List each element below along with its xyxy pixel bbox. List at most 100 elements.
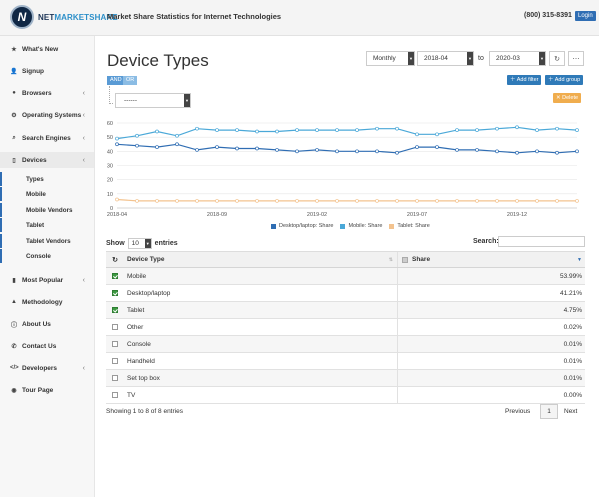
sort-desc-icon: ▼ <box>577 256 582 263</box>
legend-item[interactable]: Desktop/laptop: Share <box>271 223 333 229</box>
more-options-button[interactable]: ⋯ <box>568 51 584 66</box>
row-checkbox[interactable] <box>112 290 118 296</box>
add-group-button[interactable]: ＋ Add group <box>545 75 584 85</box>
top-header: N NETMARKETSHARE Market Share Statistics… <box>0 0 599 36</box>
data-point <box>135 143 139 148</box>
data-point <box>375 126 379 131</box>
delete-filter-button[interactable]: ✕ Delete <box>553 93 582 103</box>
sidebar-subitem-mobile-vendors[interactable]: Mobile Vendors <box>0 203 94 217</box>
data-point <box>175 133 179 138</box>
sidebar-item-tour-page[interactable]: ◉ Tour Page <box>0 382 94 398</box>
sidebar-subitem-tablet-vendors[interactable]: Tablet Vendors <box>0 234 94 248</box>
sidebar-item-operating-systems[interactable]: ⚙ Operating Systems ‹ <box>0 107 94 123</box>
table-row[interactable]: Tablet 4.75% <box>106 302 585 319</box>
period-select[interactable]: Monthly ▼ <box>366 51 415 66</box>
or-toggle[interactable]: OR <box>123 76 138 85</box>
legend-swatch <box>271 223 276 229</box>
row-checkbox[interactable] <box>112 358 118 364</box>
add-group-label: Add group <box>554 77 581 83</box>
share-header-checkbox[interactable] <box>402 256 408 263</box>
sidebar-item-signup[interactable]: 👤 Signup <box>0 63 94 79</box>
sidebar-item-what-s-new[interactable]: ★ What's New <box>0 41 94 57</box>
data-point <box>395 126 399 131</box>
legend-label: Tablet: Share <box>397 223 430 229</box>
chevron-left-icon: ‹ <box>82 89 85 97</box>
table-info: Showing 1 to 8 of 8 entries <box>106 408 183 415</box>
login-button[interactable]: Login <box>575 11 596 21</box>
table-row[interactable]: Set top box 0.01% <box>106 370 585 387</box>
data-point <box>395 199 399 203</box>
page-1-button[interactable]: 1 <box>540 404 558 419</box>
row-checkbox[interactable] <box>112 324 118 330</box>
share-cell: 0.01% <box>563 357 582 365</box>
date-to-select[interactable]: 2020-03 ▼ <box>489 51 546 66</box>
star-icon: ★ <box>11 46 17 53</box>
refresh-button[interactable]: ↻ <box>549 51 565 66</box>
legend-label: Desktop/laptop: Share <box>279 223 334 229</box>
refresh-selection-button[interactable]: ↻ <box>106 256 124 264</box>
sidebar-item-about-us[interactable]: ⓘ About Us <box>0 316 94 332</box>
table-row[interactable]: Other 0.02% <box>106 319 585 336</box>
data-point <box>515 125 519 130</box>
sidebar-subitem-types[interactable]: Types <box>0 172 94 186</box>
sidebar-item-developers[interactable]: </> Developers ‹ <box>0 360 94 376</box>
sidebar-subitem-console[interactable]: Console <box>0 249 94 263</box>
table-row[interactable]: Handheld 0.01% <box>106 353 585 370</box>
sidebar-item-browsers[interactable]: ● Browsers ‹ <box>0 85 94 101</box>
table-row[interactable]: Mobile 53.99% <box>106 268 585 285</box>
y-tick-label: 40 <box>107 149 113 155</box>
sidebar-subitem-label: Mobile Vendors <box>26 206 73 214</box>
table-row[interactable]: TV 0.00% <box>106 387 585 404</box>
sidebar-item-contact-us[interactable]: ✆ Contact Us <box>0 338 94 354</box>
sidebar-item-label: Most Popular <box>22 276 64 284</box>
data-point <box>515 199 519 203</box>
row-checkbox[interactable] <box>112 392 118 398</box>
next-page-button[interactable]: Next <box>564 404 577 419</box>
sidebar-item-label: Signup <box>22 67 45 75</box>
page-length-value: 10 <box>131 240 139 247</box>
device-type-column-header[interactable]: Device Type ⇅ <box>124 252 398 267</box>
x-tick-label: 2018-04 <box>107 212 127 218</box>
data-point <box>515 150 519 155</box>
data-point <box>315 199 319 203</box>
filter-field-select[interactable]: ------ ▼ <box>115 93 191 108</box>
table-row[interactable]: Desktop/laptop 41.21% <box>106 285 585 302</box>
and-toggle[interactable]: AND <box>107 76 125 85</box>
active-section-bar <box>0 234 2 248</box>
data-point <box>455 128 459 132</box>
sidebar-item-methodology[interactable]: ▲ Methodology <box>0 294 94 310</box>
previous-page-button[interactable]: Previous <box>505 404 530 419</box>
flask-icon: ▲ <box>11 299 17 305</box>
share-column-header[interactable]: Share ▼ <box>398 252 585 267</box>
table-search-input[interactable] <box>498 236 585 247</box>
sidebar-item-search-engines[interactable]: ⌕ Search Engines ‹ <box>0 130 94 146</box>
legend-item[interactable]: Mobile: Share <box>340 223 382 229</box>
date-to-caret-icon: ▼ <box>539 52 545 65</box>
row-checkbox[interactable] <box>112 307 118 313</box>
sidebar-subitem-label: Tablet <box>26 221 45 229</box>
search-icon: ⌕ <box>12 134 16 141</box>
close-icon: ✕ <box>556 95 561 101</box>
row-checkbox[interactable] <box>112 375 118 381</box>
sidebar-item-most-popular[interactable]: ▮ Most Popular ‹ <box>0 272 94 288</box>
table-row[interactable]: Console 0.01% <box>106 336 585 353</box>
info-icon: ⓘ <box>10 322 17 329</box>
row-checkbox[interactable] <box>112 273 118 279</box>
sidebar-item-label: Devices <box>22 156 47 164</box>
legend-item[interactable]: Tablet: Share <box>389 223 430 229</box>
sidebar-subitem-tablet[interactable]: Tablet <box>0 218 94 232</box>
add-filter-button[interactable]: ＋ Add filter <box>507 75 542 85</box>
delete-label: Delete <box>562 95 579 101</box>
device-share-line-chart: 01020304050602018-04 2018-09 2019-02 2019-0… <box>107 121 579 218</box>
date-from-select[interactable]: 2018-04 ▼ <box>417 51 474 66</box>
data-point <box>315 128 319 132</box>
row-checkbox[interactable] <box>112 341 118 347</box>
page-length-select[interactable]: 10 ▼ <box>127 238 152 249</box>
data-point <box>115 197 119 202</box>
active-section-bar <box>0 172 2 186</box>
site-logo[interactable]: N NETMARKETSHARE <box>10 5 118 29</box>
sidebar-item-devices[interactable]: ▯ Devices ‹ <box>0 152 94 168</box>
header-phone: (800) 315-8391 <box>524 12 572 19</box>
sidebar-subitem-mobile[interactable]: Mobile <box>0 187 94 201</box>
date-to-value: 2020-03 <box>496 55 520 62</box>
